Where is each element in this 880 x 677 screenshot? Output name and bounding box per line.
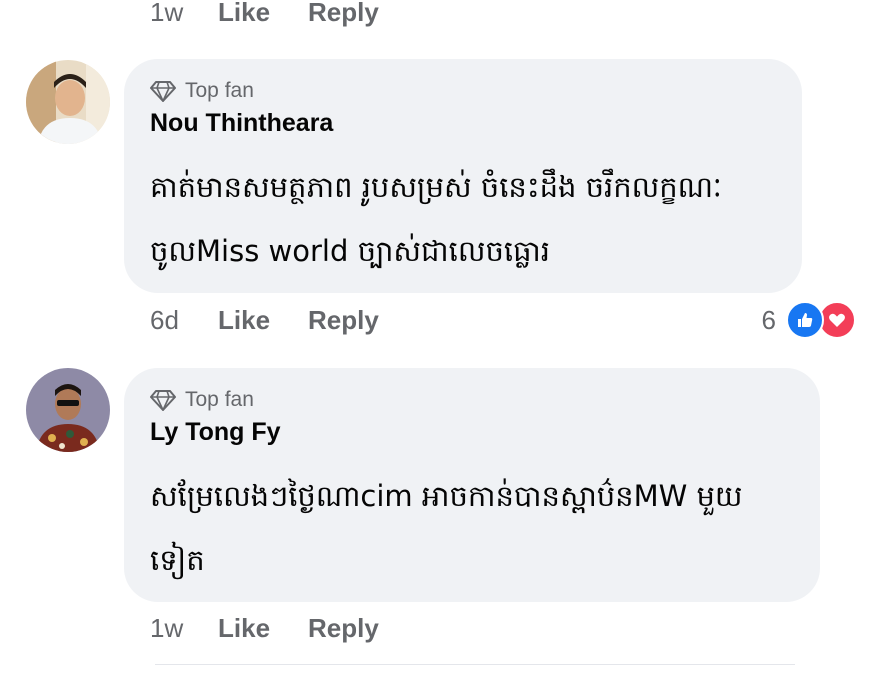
badge-label: Top fan	[185, 388, 254, 411]
comment-timestamp[interactable]: 1w	[150, 613, 218, 644]
comment-bubble: Top fan Ly Tong Fy សម្រែលេងៗថ្ងៃណាcim អា…	[124, 368, 820, 602]
comment-actions: 1w Like Reply	[150, 608, 379, 648]
diamond-icon	[150, 390, 176, 411]
like-button[interactable]: Like	[218, 0, 308, 28]
avatar[interactable]	[26, 60, 110, 144]
comment-timestamp[interactable]: 6d	[150, 305, 218, 336]
comment-text: សម្រែលេងៗថ្ងៃណាcim អាចកាន់បានស្ពាប៌នMW ម…	[150, 479, 743, 577]
badge-label: Top fan	[185, 79, 254, 102]
divider	[155, 664, 795, 665]
comment-author[interactable]: Ly Tong Fy	[150, 418, 281, 447]
top-fan-badge: Top fan	[150, 77, 254, 105]
like-button[interactable]: Like	[218, 613, 308, 644]
top-fan-badge: Top fan	[150, 386, 254, 414]
comment-text: គាត់មានសមត្ថភាព រូបសម្រស់ ចំនេះដឹង ចរឹកល…	[150, 170, 722, 268]
like-button[interactable]: Like	[218, 305, 308, 336]
reply-button[interactable]: Reply	[308, 0, 379, 28]
comment-author[interactable]: Nou Thintheara	[150, 109, 333, 138]
diamond-icon	[150, 81, 176, 102]
reply-button[interactable]: Reply	[308, 613, 379, 644]
reply-button[interactable]: Reply	[308, 305, 379, 336]
comment-actions: 6d Like Reply	[150, 300, 379, 340]
previous-comment-actions: 1w Like Reply	[150, 0, 379, 32]
comment-bubble: Top fan Nou Thintheara គាត់មានសមត្ថភាព រ…	[124, 59, 802, 293]
reaction-count: 6	[761, 304, 776, 335]
like-icon	[786, 301, 824, 339]
avatar[interactable]	[26, 368, 110, 452]
comment-timestamp[interactable]: 1w	[150, 0, 218, 28]
reaction-summary[interactable]: 6	[762, 298, 856, 342]
